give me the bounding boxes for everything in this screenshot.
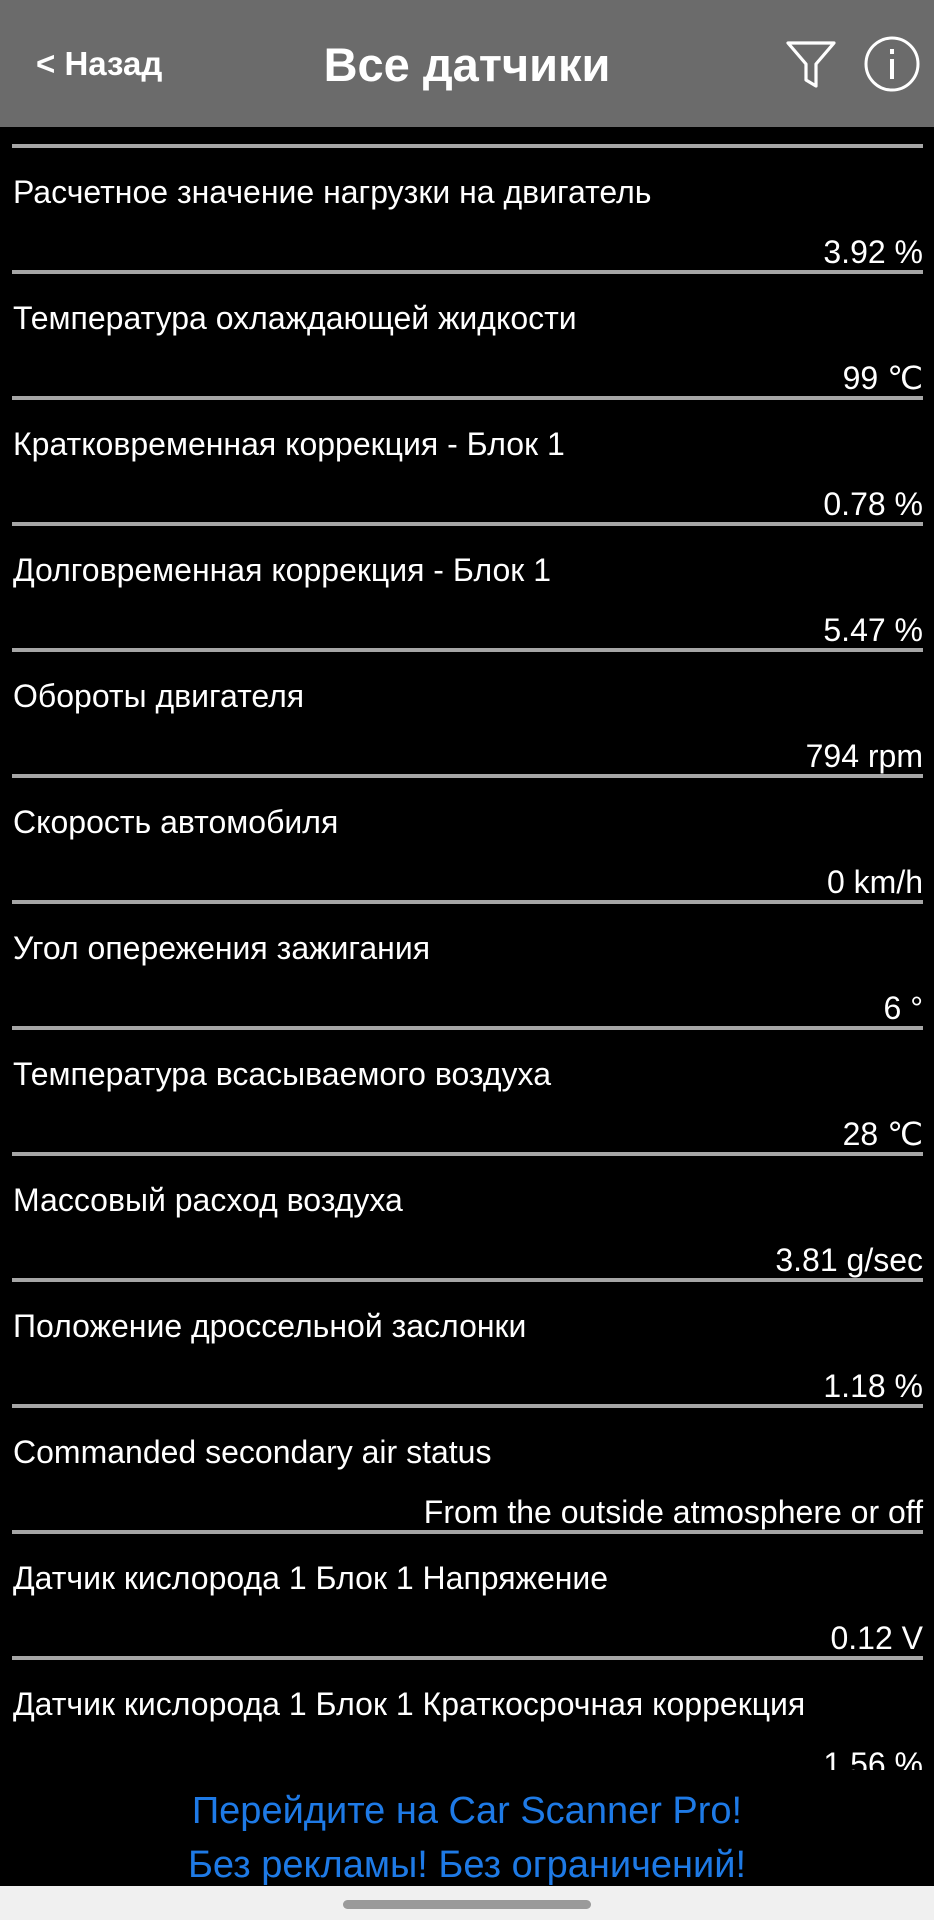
sensor-list[interactable]: Расчетное значение нагрузки на двигатель… — [0, 127, 934, 1770]
sensor-row[interactable]: Скорость автомобиля 0 km/h — [0, 778, 934, 900]
sensor-value: 0 km/h — [826, 864, 923, 900]
sensor-row[interactable]: Кратковременная коррекция - Блок 1 0.78 % — [0, 400, 934, 522]
info-icon[interactable] — [863, 35, 921, 93]
sensor-value: 99 ℃ — [842, 360, 923, 396]
sensor-value: 5.47 % — [823, 612, 923, 648]
sensor-row[interactable]: Датчик кислорода 1 Блок 1 Краткосрочная … — [0, 1660, 934, 1770]
sensor-row[interactable]: Расчетное значение нагрузки на двигатель… — [0, 148, 934, 270]
sensor-value: 3.92 % — [823, 234, 923, 270]
sensor-label: Расчетное значение нагрузки на двигатель — [13, 174, 652, 210]
sensor-row[interactable]: Долговременная коррекция - Блок 1 5.47 % — [0, 526, 934, 648]
partial-row-top — [0, 127, 934, 144]
sensor-value: 28 ℃ — [842, 1116, 923, 1152]
sensor-value: From the outside atmosphere or off — [423, 1494, 923, 1530]
sensor-value: 0.12 V — [830, 1620, 923, 1656]
sensor-row[interactable]: Commanded secondary air status From the o… — [0, 1408, 934, 1530]
upgrade-promo-link[interactable]: Перейдите на Car Scanner Pro! Без реклам… — [0, 1770, 934, 1886]
sensor-label: Угол опережения зажигания — [13, 930, 431, 966]
sensor-value: 3.81 g/sec — [775, 1242, 923, 1278]
sensor-row[interactable]: Температура охлаждающей жидкости 99 ℃ — [0, 274, 934, 396]
system-navigation-bar — [0, 1886, 934, 1920]
sensor-row[interactable]: Температура всасываемого воздуха 28 ℃ — [0, 1030, 934, 1152]
sensor-label: Температура охлаждающей жидкости — [13, 300, 577, 336]
sensor-row[interactable]: Датчик кислорода 1 Блок 1 Напряжение 0.12… — [0, 1534, 934, 1656]
sensor-row[interactable]: Положение дроссельной заслонки 1.18 % — [0, 1282, 934, 1404]
sensor-label: Скорость автомобиля — [13, 804, 339, 840]
sensor-value: 0.78 % — [823, 486, 923, 522]
sensor-label: Датчик кислорода 1 Блок 1 Напряжение — [13, 1560, 609, 1596]
sensor-label: Commanded secondary air status — [13, 1434, 492, 1470]
sensor-label: Датчик кислорода 1 Блок 1 Краткосрочная … — [13, 1686, 806, 1722]
sensor-value: 1.18 % — [823, 1368, 923, 1404]
sensor-row[interactable]: Угол опережения зажигания 6 ° — [0, 904, 934, 1026]
sensor-label: Обороты двигателя — [13, 678, 305, 714]
sensor-row[interactable]: Массовый расход воздуха 3.81 g/sec — [0, 1156, 934, 1278]
sensor-label: Долговременная коррекция - Блок 1 — [13, 552, 551, 588]
filter-icon[interactable] — [783, 36, 839, 92]
home-gesture-handle[interactable] — [343, 1900, 591, 1909]
sensor-value: 1.56 % — [823, 1746, 923, 1770]
sensor-label: Массовый расход воздуха — [13, 1182, 403, 1218]
sensor-value: 794 rpm — [805, 738, 923, 774]
sensor-label: Кратковременная коррекция - Блок 1 — [13, 426, 565, 462]
app-header: < Назад Все датчики — [0, 0, 934, 127]
promo-line-2: Без рекламы! Без ограничений! — [187, 1844, 746, 1886]
sensor-row[interactable]: Обороты двигателя 794 rpm — [0, 652, 934, 774]
sensor-label: Температура всасываемого воздуха — [13, 1056, 551, 1092]
sensor-value: 6 ° — [883, 990, 923, 1026]
promo-line-1: Перейдите на Car Scanner Pro! — [191, 1790, 743, 1832]
sensor-label: Положение дроссельной заслонки — [13, 1308, 527, 1344]
